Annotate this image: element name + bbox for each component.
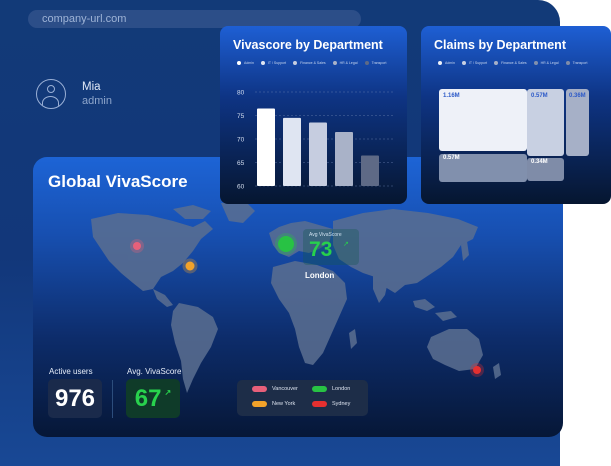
bar-chart: 60 65 70 75 80 xyxy=(237,90,395,191)
y-tick-label: 75 xyxy=(237,113,245,120)
y-tick-label: 70 xyxy=(237,137,245,144)
trend-up-icon: ↗ xyxy=(164,388,172,397)
bar-finance-sales[interactable] xyxy=(309,122,327,186)
legend-label: IT / Support xyxy=(468,61,488,65)
legend-item[interactable]: HR & Legal xyxy=(533,61,559,65)
legend-dot xyxy=(533,61,538,65)
y-tick-label: 65 xyxy=(237,160,245,167)
legend-label: Sydney xyxy=(332,401,351,407)
active-users-value: 976 xyxy=(48,379,102,418)
avatar-icon xyxy=(36,79,66,109)
map-marker-new-york[interactable] xyxy=(185,261,195,271)
chart-legend: Admin IT / Support Finance & Sales HR & Leg… xyxy=(438,61,594,65)
callout-value: 73 xyxy=(309,238,333,261)
bar-it-support[interactable] xyxy=(283,117,301,186)
legend-item[interactable]: IT / Support xyxy=(461,61,488,65)
legend-item-vancouver[interactable]: Vancouver xyxy=(252,386,298,392)
legend-label: New York xyxy=(272,401,296,407)
legend-swatch xyxy=(252,401,267,407)
page: company-url.com Mia admin Global VivaSco… xyxy=(0,0,611,466)
legend-item-new-york[interactable]: New York xyxy=(252,401,295,407)
legend-dot xyxy=(494,61,499,65)
bar-hr-legal[interactable] xyxy=(335,131,353,186)
treemap-value-label: 0.36M xyxy=(569,93,586,99)
legend-label: Vancouver xyxy=(272,386,298,392)
legend-label: Transport xyxy=(572,61,588,65)
map-marker-london[interactable] xyxy=(278,236,294,252)
avg-score-number: 67 xyxy=(134,384,162,412)
bar-admin[interactable] xyxy=(257,108,275,186)
treemap-value-label: 0.57M xyxy=(531,93,548,99)
user-profile[interactable]: Mia admin xyxy=(36,79,112,109)
legend-item[interactable]: Admin xyxy=(438,61,455,65)
legend-dot xyxy=(438,61,442,65)
treemap-value-label: 0.57M xyxy=(443,155,460,161)
legend-swatch xyxy=(252,386,267,392)
legend-item-sydney[interactable]: Sydney xyxy=(312,401,350,407)
london-callout: Avg VivaScore 73 ↗ xyxy=(303,229,359,265)
legend-label: Admin xyxy=(445,61,455,65)
legend-label: Finance & Sales xyxy=(501,61,527,65)
y-tick-label: 60 xyxy=(237,184,245,191)
treemap-cell-it-support[interactable] xyxy=(527,89,564,156)
avg-score-value: 67 ↗ xyxy=(126,379,180,418)
avg-score-label: Avg. VivaScore xyxy=(127,367,182,376)
bar-transport[interactable] xyxy=(361,155,379,186)
treemap-cell-finance-sales[interactable] xyxy=(566,89,589,156)
user-name: Mia xyxy=(82,81,101,93)
trend-up-icon: ↗ xyxy=(343,241,349,248)
legend-label: London xyxy=(332,386,351,392)
legend-swatch xyxy=(312,386,327,392)
map-marker-vancouver[interactable] xyxy=(133,242,141,250)
legend-dot xyxy=(565,61,570,65)
treemap-value-label: 1.16M xyxy=(443,93,460,99)
legend-swatch xyxy=(312,401,327,407)
city-legend: Vancouver London New York Sydney xyxy=(237,380,368,416)
legend-item-london[interactable]: London xyxy=(312,386,350,392)
treemap-value-label: 0.34M xyxy=(531,159,548,165)
claims-by-department-card: Claims by Department Admin IT / Support Fi… xyxy=(421,26,611,204)
active-users-number: 976 xyxy=(54,384,96,412)
map-marker-sydney[interactable] xyxy=(473,366,481,374)
legend-label: HR & Legal xyxy=(540,61,559,65)
vivascore-by-department-card: Vivascore by Department Admin IT / Suppor… xyxy=(220,26,407,204)
active-users-label: Active users xyxy=(49,367,93,376)
y-tick-label: 80 xyxy=(237,90,245,97)
chart-title: Claims by Department xyxy=(434,38,566,52)
divider xyxy=(112,380,113,418)
panel-title: Global VivaScore xyxy=(48,172,188,191)
callout-city: London xyxy=(305,271,335,280)
legend-dot xyxy=(461,61,466,65)
user-role: admin xyxy=(82,95,112,107)
legend-item[interactable]: Transport xyxy=(565,61,588,65)
legend-item[interactable]: Finance & Sales xyxy=(494,61,527,65)
